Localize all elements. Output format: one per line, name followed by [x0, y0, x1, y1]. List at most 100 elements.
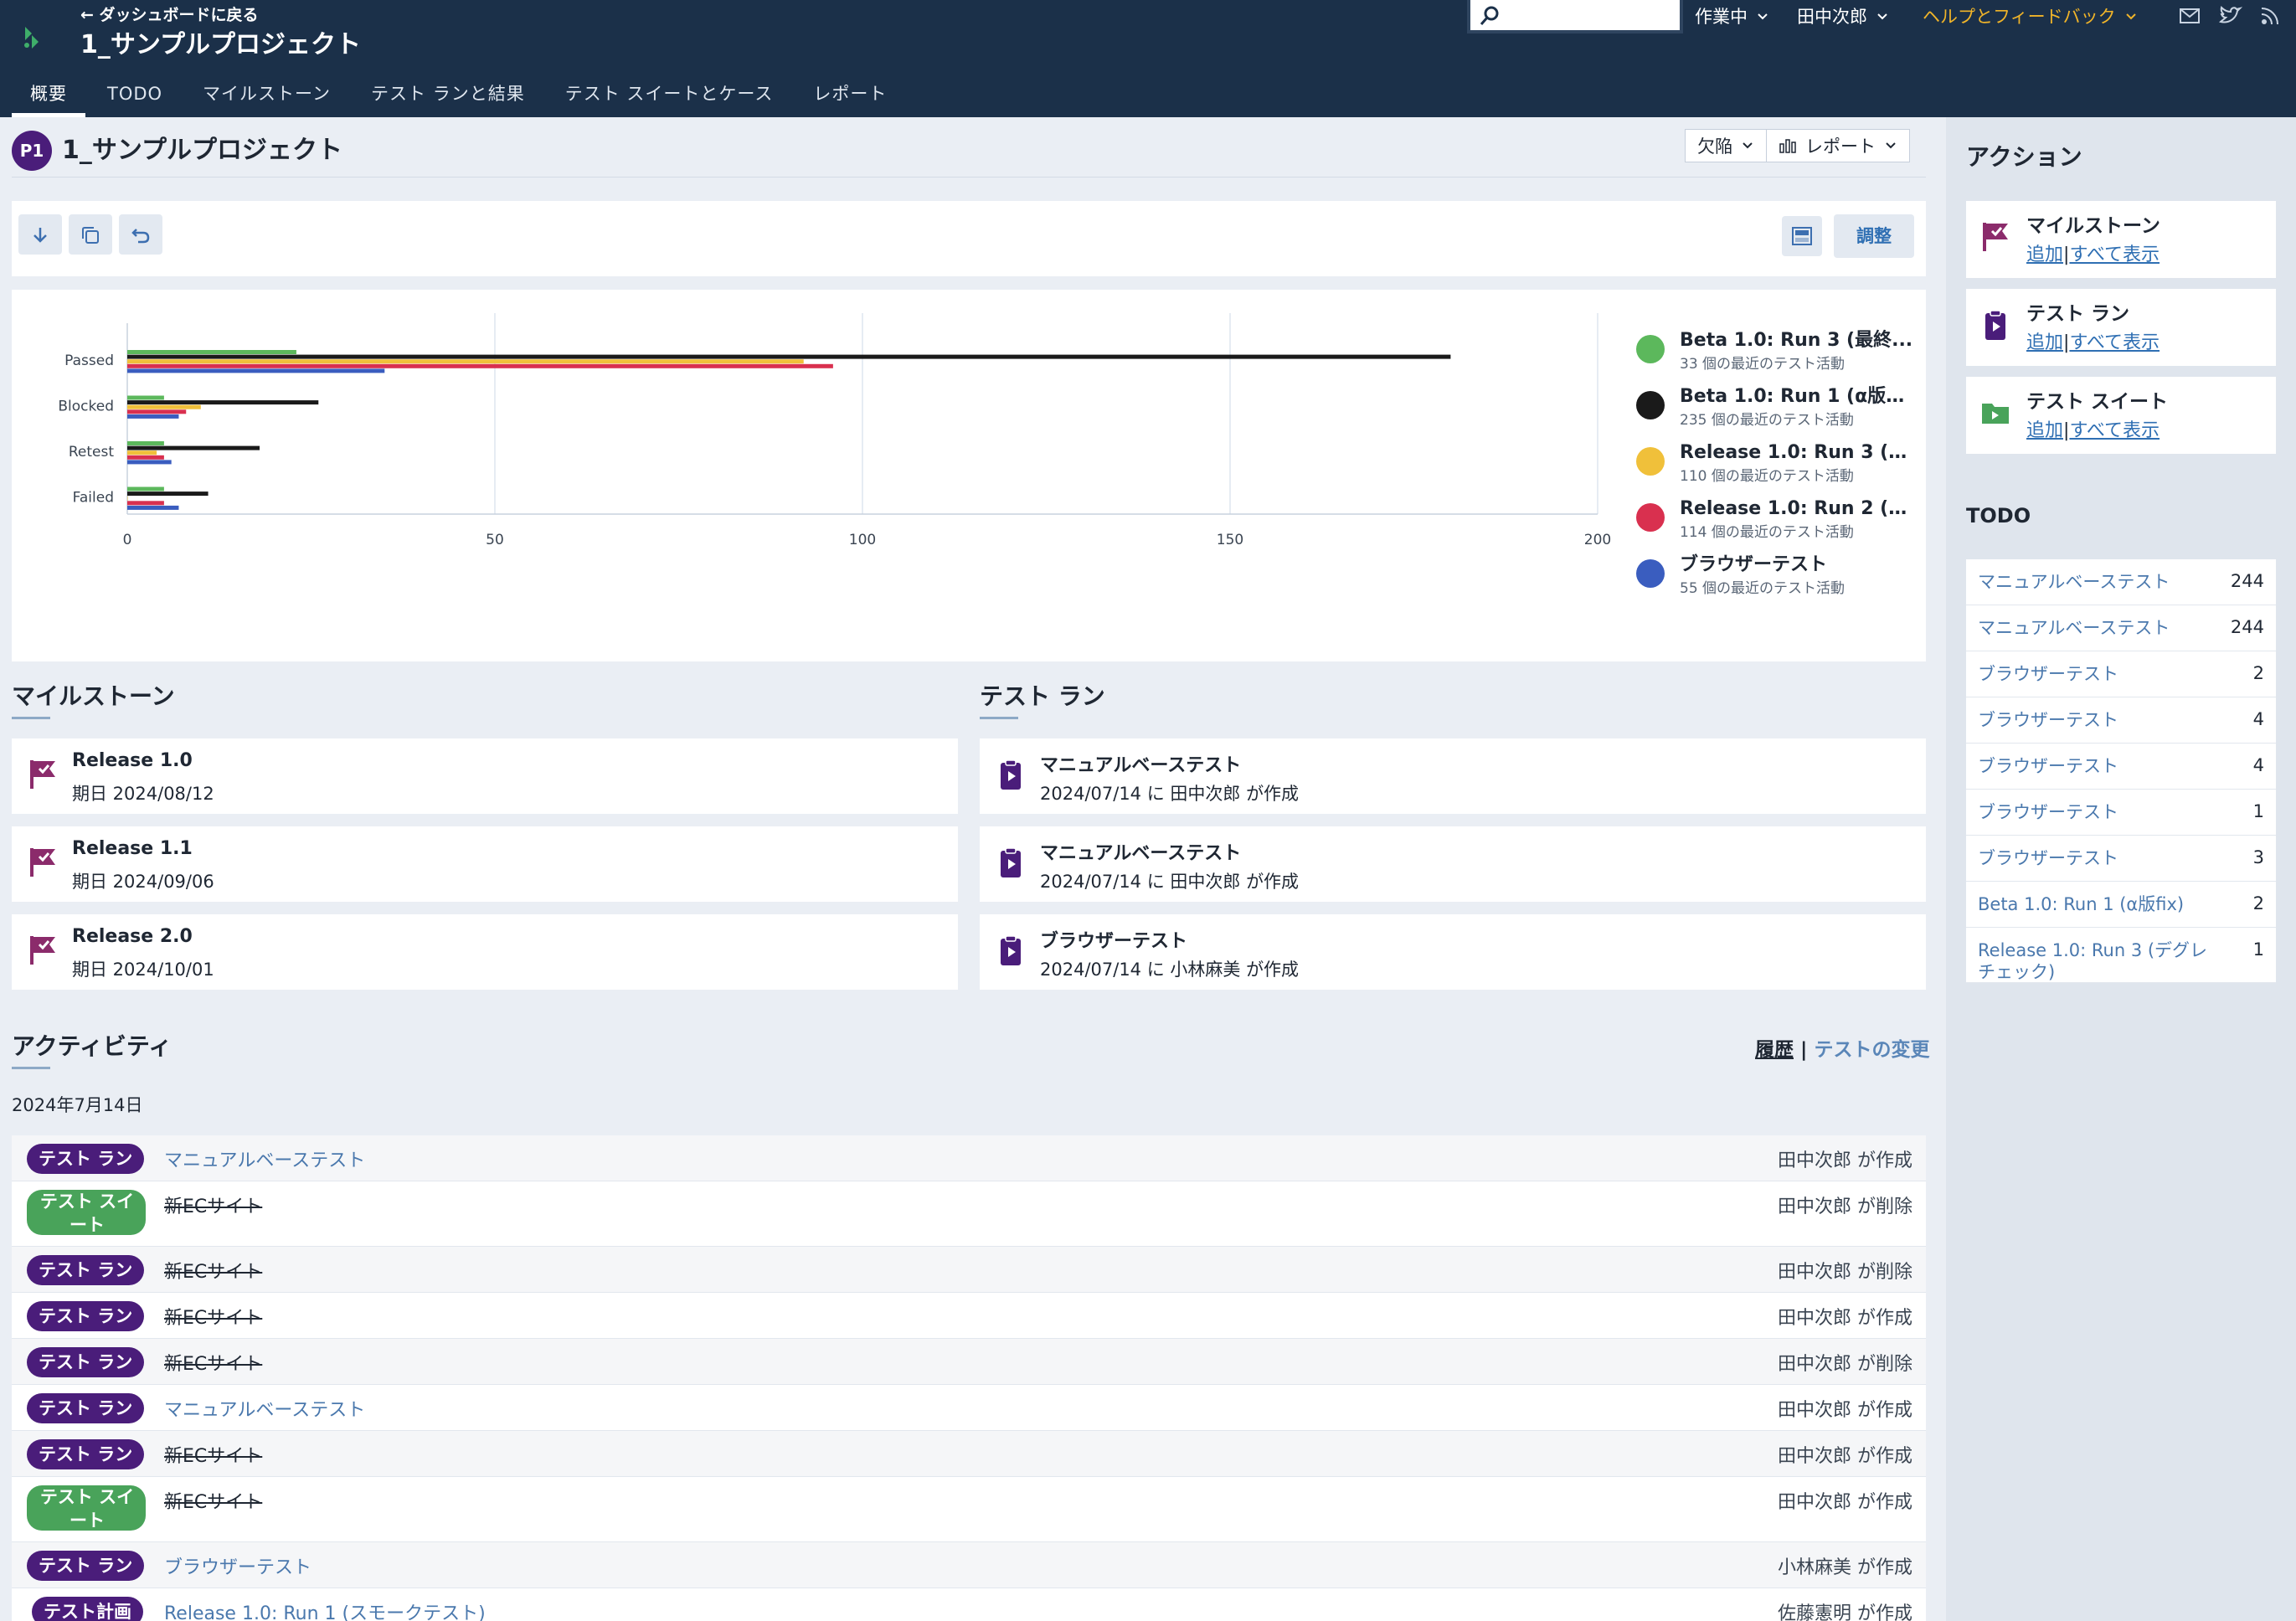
bar-blocked-series-4[interactable]	[127, 414, 179, 419]
bar-failed-series-3[interactable]	[127, 501, 164, 506]
layout-toggle-button[interactable]	[1782, 216, 1822, 256]
x-tick-label: 50	[486, 532, 504, 548]
view-all-link[interactable]: すべて表示	[2069, 244, 2160, 265]
back-to-dashboard-link[interactable]: ← ダッシュボードに戻る	[80, 3, 259, 27]
todo-item[interactable]: ブラウザーテスト 3	[1966, 836, 2276, 882]
todo-item-name[interactable]: ブラウザーテスト	[1978, 709, 2221, 731]
tab-overview[interactable]: 概要	[12, 77, 85, 117]
tab-test-runs[interactable]: テスト ランと結果	[353, 77, 543, 117]
todo-item-name[interactable]: マニュアルベーステスト	[1978, 617, 2221, 639]
activity-item-name[interactable]: Release 1.0: Run 1 (スモークテスト)	[164, 1598, 486, 1621]
bar-blocked-series-0[interactable]	[127, 395, 164, 400]
app-logo-icon[interactable]	[20, 23, 49, 52]
todo-item-name[interactable]: マニュアルベーステスト	[1978, 571, 2221, 593]
bar-passed-series-2[interactable]	[127, 359, 804, 364]
todo-item[interactable]: Beta 1.0: Run 1 (α版fix) 2	[1966, 882, 2276, 928]
test-run-card[interactable]: ブラウザーテスト 2024/07/14 に 小林麻美 が作成	[980, 914, 1926, 990]
todo-item-name[interactable]: Release 1.0: Run 3 (デグレチェック)	[1978, 939, 2221, 983]
bar-failed-series-2[interactable]	[127, 496, 128, 501]
bar-passed-series-1[interactable]	[127, 354, 1451, 359]
add-link[interactable]: 追加	[2026, 332, 2063, 353]
legend-item[interactable]: Beta 1.0: Run 1 (α版fix) 235 個の最近のテスト活動	[1636, 381, 1921, 437]
layout-icon	[1792, 227, 1812, 245]
test-run-name[interactable]: ブラウザーテスト	[1040, 926, 1187, 953]
bar-retest-series-4[interactable]	[127, 460, 172, 465]
copy-button[interactable]	[69, 214, 112, 255]
bar-retest-series-3[interactable]	[127, 455, 164, 460]
milestone-name[interactable]: Release 1.0	[72, 750, 193, 771]
milestone-card[interactable]: Release 2.0 期日 2024/10/01	[12, 914, 958, 990]
status-menu[interactable]: 作業中	[1695, 0, 1769, 33]
milestone-card[interactable]: Release 1.0 期日 2024/08/12	[12, 738, 958, 814]
todo-item[interactable]: ブラウザーテスト 4	[1966, 744, 2276, 790]
test-run-name[interactable]: マニュアルベーステスト	[1040, 750, 1241, 777]
bar-passed-series-4[interactable]	[127, 368, 385, 373]
bar-passed-series-0[interactable]	[127, 350, 296, 354]
tab-reports[interactable]: レポート	[795, 77, 905, 117]
test-changes-link[interactable]: テストの変更	[1814, 1039, 1929, 1061]
activity-type-badge: テスト ラン	[27, 1301, 145, 1331]
tab-todo[interactable]: TODO	[89, 77, 181, 117]
milestone-card[interactable]: Release 1.1 期日 2024/09/06	[12, 826, 958, 902]
undo-button[interactable]	[119, 214, 162, 255]
project-badge: P1	[12, 131, 52, 171]
todo-item[interactable]: ブラウザーテスト 2	[1966, 651, 2276, 697]
milestone-name[interactable]: Release 1.1	[72, 838, 193, 859]
todo-item[interactable]: ブラウザーテスト 4	[1966, 697, 2276, 744]
view-all-link[interactable]: すべて表示	[2069, 420, 2160, 441]
add-link[interactable]: 追加	[2026, 244, 2063, 265]
mail-icon[interactable]	[2177, 3, 2202, 28]
legend-item[interactable]: ブラウザーテスト 55 個の最近のテスト活動	[1636, 549, 1921, 605]
bar-failed-series-4[interactable]	[127, 505, 179, 510]
legend-item[interactable]: Beta 1.0: Run 3 (最終... 33 個の最近のテスト活動	[1636, 325, 1921, 381]
todo-item-name[interactable]: ブラウザーテスト	[1978, 663, 2221, 685]
bar-blocked-series-3[interactable]	[127, 409, 187, 414]
todo-item-name[interactable]: ブラウザーテスト	[1978, 847, 2221, 869]
activity-type-badge: テスト計画	[32, 1597, 143, 1621]
x-tick-label: 100	[849, 532, 876, 548]
tab-milestones[interactable]: マイルストーン	[184, 77, 349, 117]
todo-item-name[interactable]: ブラウザーテスト	[1978, 801, 2221, 823]
todo-item-name[interactable]: Beta 1.0: Run 1 (α版fix)	[1978, 893, 2221, 915]
bar-retest-series-2[interactable]	[127, 450, 157, 455]
legend-series-name: Beta 1.0: Run 1 (α版fix)	[1680, 386, 1914, 406]
bar-failed-series-0[interactable]	[127, 486, 164, 491]
history-link[interactable]: 履歴	[1755, 1039, 1794, 1061]
milestone-name[interactable]: Release 2.0	[72, 926, 193, 947]
bar-retest-series-1[interactable]	[127, 445, 260, 450]
reports-dropdown[interactable]: レポート	[1766, 130, 1909, 162]
bar-failed-series-1[interactable]	[127, 491, 208, 497]
activity-item-name[interactable]: マニュアルベーステスト	[164, 1145, 365, 1172]
todo-item[interactable]: ブラウザーテスト 1	[1966, 790, 2276, 836]
adjust-button[interactable]: 調整	[1834, 214, 1914, 258]
test-run-name[interactable]: マニュアルベーステスト	[1040, 838, 1241, 865]
defects-dropdown-label: 欠陥	[1697, 136, 1732, 157]
activity-item-name[interactable]: ブラウザーテスト	[164, 1552, 311, 1579]
defects-dropdown[interactable]: 欠陥	[1686, 130, 1766, 162]
download-button[interactable]	[18, 214, 62, 255]
search-input[interactable]	[1467, 0, 1683, 33]
section-underline	[12, 1067, 50, 1069]
bar-retest-series-0[interactable]	[127, 441, 164, 445]
test-run-card[interactable]: マニュアルベーステスト 2024/07/14 に 田中次郎 が作成	[980, 738, 1926, 814]
todo-item-name[interactable]: ブラウザーテスト	[1978, 755, 2221, 777]
view-all-link[interactable]: すべて表示	[2069, 332, 2160, 353]
bar-passed-series-3[interactable]	[127, 363, 833, 368]
social-icons	[2177, 3, 2283, 28]
rss-icon[interactable]	[2257, 3, 2283, 28]
legend-item[interactable]: Release 1.0: Run 3 (デ... 110 個の最近のテスト活動	[1636, 437, 1921, 493]
activity-item-name[interactable]: マニュアルベーステスト	[164, 1395, 365, 1422]
todo-item[interactable]: マニュアルベーステスト 244	[1966, 559, 2276, 605]
legend-item[interactable]: Release 1.0: Run 2 (新... 114 個の最近のテスト活動	[1636, 493, 1921, 549]
add-link[interactable]: 追加	[2026, 420, 2063, 441]
todo-item[interactable]: Release 1.0: Run 3 (デグレチェック) 1	[1966, 928, 2276, 983]
todo-item[interactable]: マニュアルベーステスト 244	[1966, 605, 2276, 651]
help-feedback-menu[interactable]: ヘルプとフィードバック	[1923, 0, 2138, 33]
bar-blocked-series-2[interactable]	[127, 404, 201, 409]
twitter-icon[interactable]	[2217, 3, 2243, 28]
user-menu[interactable]: 田中次郎	[1797, 0, 1889, 33]
bar-blocked-series-1[interactable]	[127, 400, 319, 405]
legend-series-name: Release 1.0: Run 3 (デ...	[1680, 442, 1914, 462]
tab-test-suites[interactable]: テスト スイートとケース	[547, 77, 792, 117]
test-run-card[interactable]: マニュアルベーステスト 2024/07/14 に 田中次郎 が作成	[980, 826, 1926, 902]
